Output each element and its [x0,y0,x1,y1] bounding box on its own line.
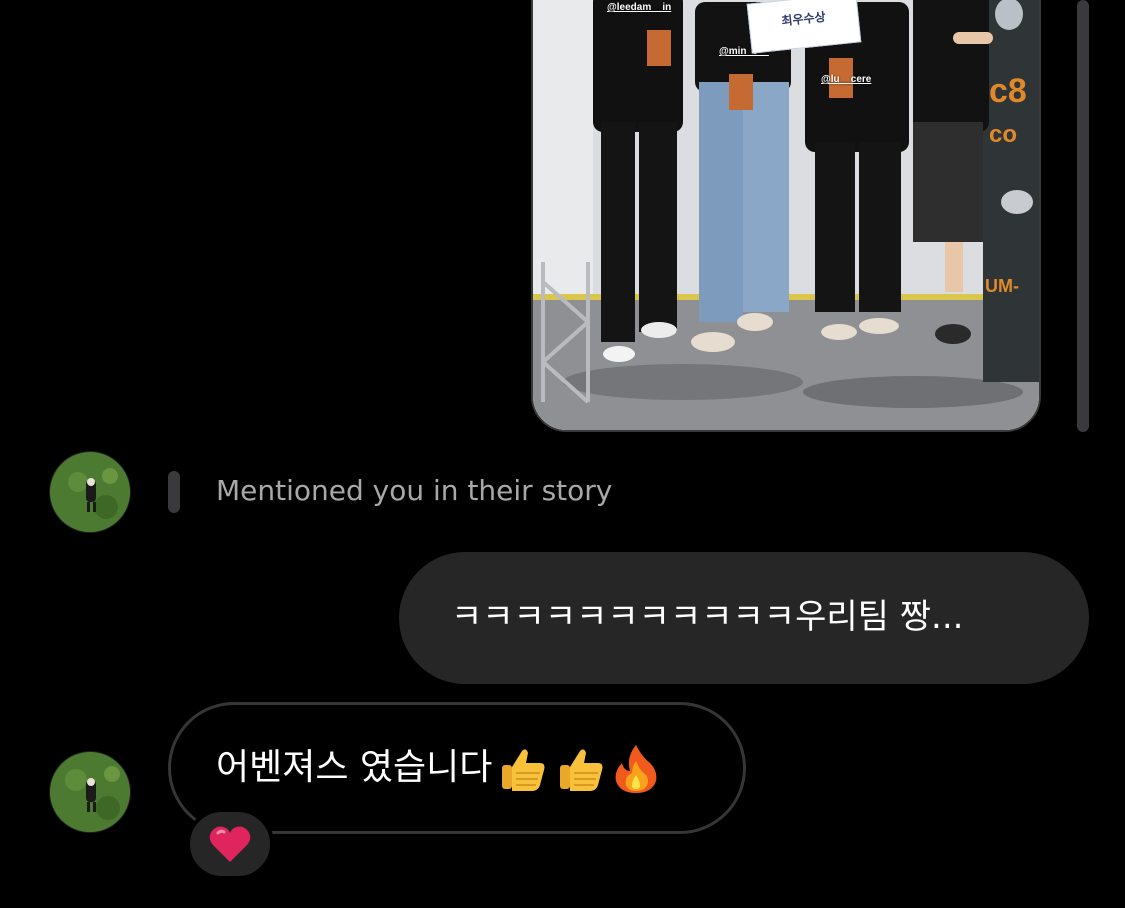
avatar[interactable] [49,451,131,533]
svg-text:c8: c8 [989,72,1027,110]
reaction-badge[interactable] [186,808,274,880]
emoji-group [496,743,666,795]
incoming-message-words: 어벤져스 였습니다 [216,747,493,788]
story-tag: @lu__cere [821,74,872,85]
mention-text: Mentioned you in their story [216,474,613,507]
thumbs-up-icon [502,749,545,791]
outgoing-message[interactable]: ㅋㅋㅋㅋㅋㅋㅋㅋㅋㅋㅋ우리팀 짱... [399,552,1089,684]
story-tag: @leedam__in [607,2,672,13]
avatar[interactable] [49,751,131,833]
svg-text:co: co [989,121,1017,148]
story-preview[interactable]: c8 co UM- @leedam__in @min_0__ @lu__cere… [531,0,1041,432]
heart-icon [209,826,251,862]
thumbs-up-icon [560,749,603,791]
svg-text:UM-: UM- [985,276,1019,296]
fire-icon [616,745,657,793]
mention-indicator [168,471,180,513]
incoming-message-text: 어벤져스 였습니다 [216,743,666,795]
scrollbar[interactable] [1077,0,1089,432]
outgoing-message-text: ㅋㅋㅋㅋㅋㅋㅋㅋㅋㅋㅋ우리팀 짱... [451,597,964,637]
award-sign-text: 최우수상 [780,9,827,29]
